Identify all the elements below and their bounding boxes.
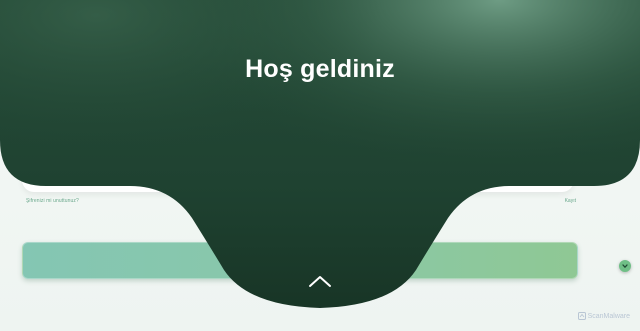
scan-logo-icon	[577, 312, 586, 320]
login-screen: Şifrenizi mi unuttunuz? Kayıt Hoş geldin…	[0, 0, 640, 331]
welcome-title: Hoş geldiniz	[245, 55, 395, 83]
chevron-up-icon	[309, 276, 331, 287]
watermark: ScanMalware	[577, 312, 630, 320]
expand-sheet-button[interactable]	[304, 270, 336, 292]
watermark-text: ScanMalware	[587, 312, 630, 320]
help-badge[interactable]	[619, 260, 631, 272]
chevron-down-icon	[622, 264, 628, 268]
